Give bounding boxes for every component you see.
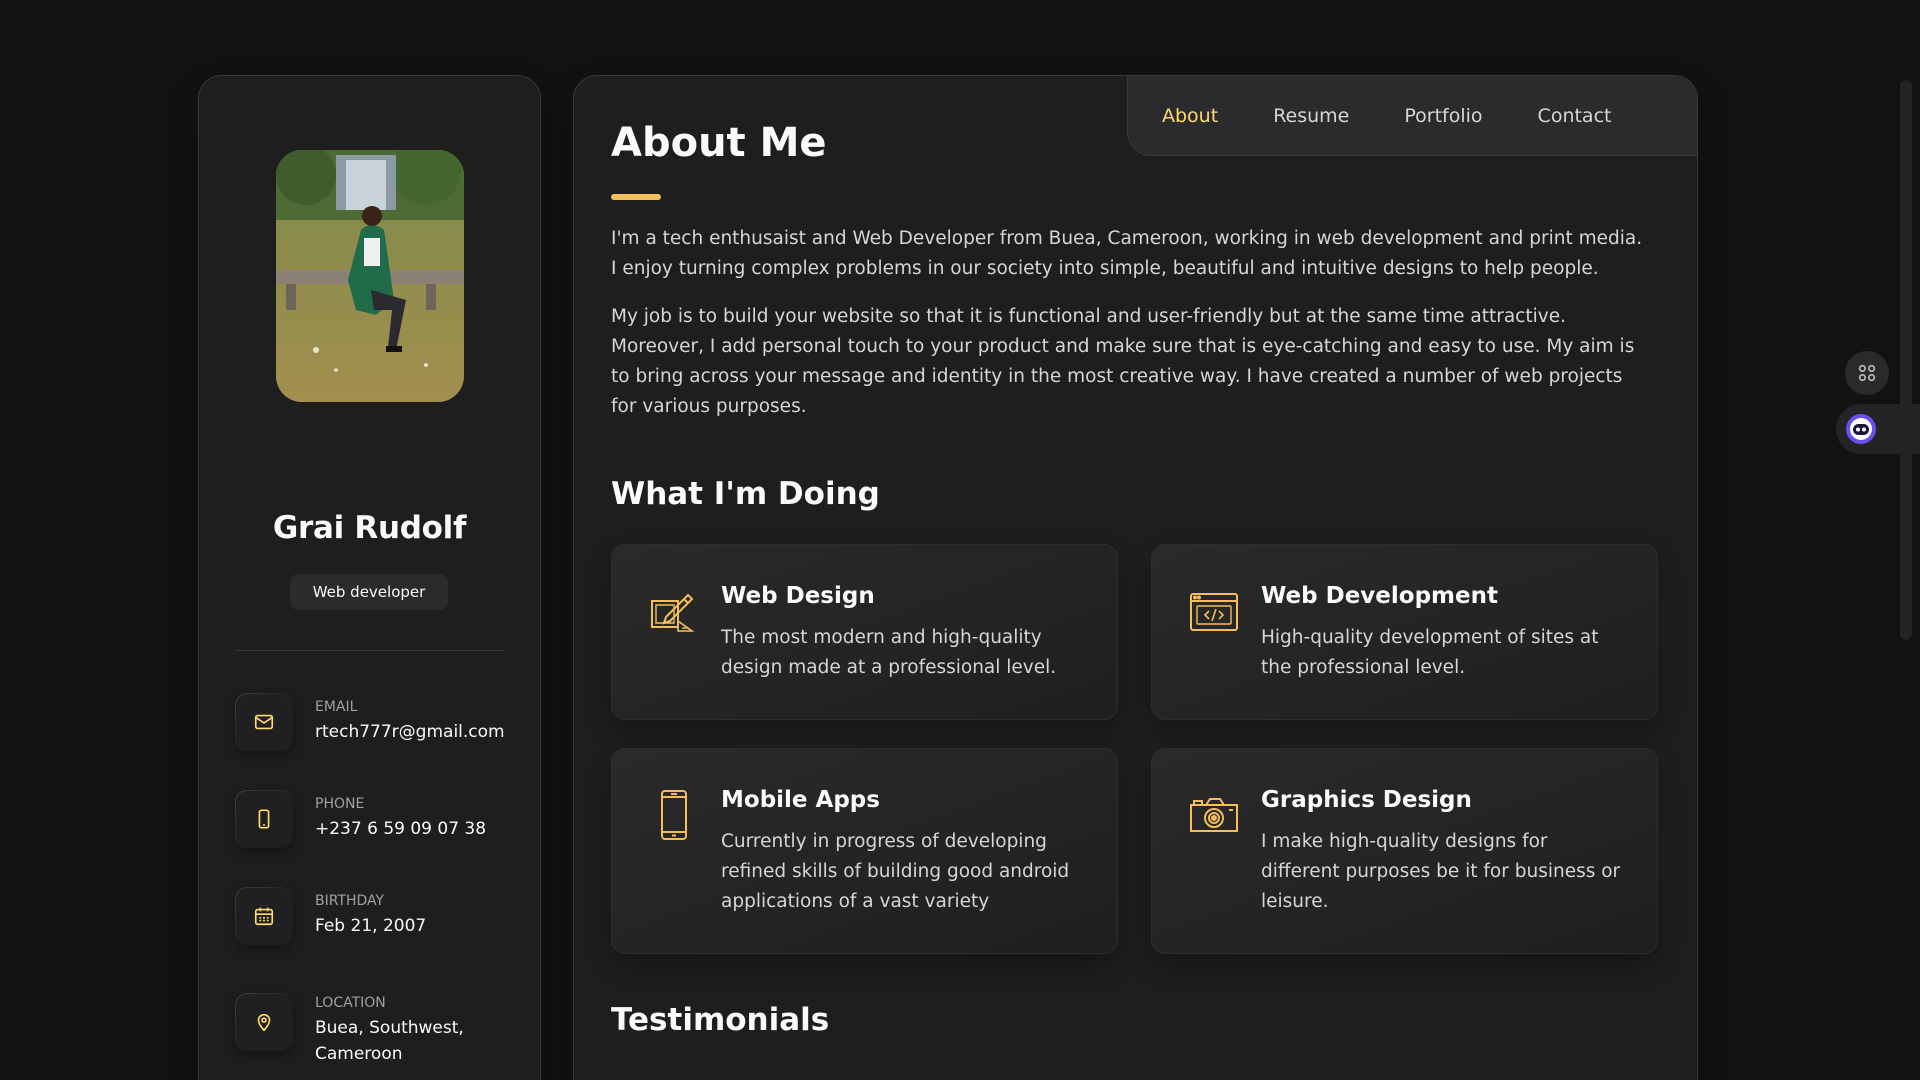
assistant-bot-icon <box>1846 414 1876 444</box>
scrollbar[interactable] <box>1900 80 1912 640</box>
grid-icon <box>1858 364 1876 382</box>
service-card-web-development: Web Development High-quality development… <box>1151 544 1658 720</box>
phone-value[interactable]: +237 6 59 09 07 38 <box>315 816 515 842</box>
navbar: About Resume Portfolio Contact <box>1127 76 1697 156</box>
camera-icon <box>1190 798 1238 832</box>
calendar-icon <box>235 887 293 945</box>
avatar <box>276 150 464 402</box>
phone-icon <box>235 790 293 848</box>
mail-icon <box>235 693 293 751</box>
birthday-value: Feb 21, 2007 <box>315 916 427 936</box>
nav-contact[interactable]: Contact <box>1538 105 1612 127</box>
email-value[interactable]: rtech777r@gmail.com <box>315 719 515 745</box>
nav-about[interactable]: About <box>1162 105 1218 127</box>
service-card-graphics-design: Graphics Design I make high-quality desi… <box>1151 748 1658 954</box>
sidebar: Grai Rudolf Web developer Email rtech777… <box>198 75 541 1080</box>
email-label: Email <box>315 699 358 715</box>
service-card-mobile-apps: Mobile Apps Currently in progress of dev… <box>611 748 1118 954</box>
location-value: Buea, Southwest, Cameroon <box>315 1018 464 1064</box>
birthday-label: Birthday <box>315 893 385 909</box>
page: Grai Rudolf Web developer Email rtech777… <box>0 0 1920 1080</box>
service-text: The most modern and high-quality design … <box>721 627 1057 678</box>
title-underline <box>611 194 661 200</box>
location-label: Location <box>315 995 386 1011</box>
grid-shortcut-button[interactable] <box>1845 351 1889 395</box>
phone-label: Phone <box>315 796 365 812</box>
profile-title-badge: Web developer <box>290 574 448 610</box>
services-heading: What I'm Doing <box>611 476 880 512</box>
about-paragraph-2: My job is to build your website so that … <box>611 306 1635 417</box>
page-title: About Me <box>611 120 827 166</box>
service-card-web-design: Web Design The most modern and high-qual… <box>611 544 1118 720</box>
service-text: I make high-quality designs for differen… <box>1261 831 1621 912</box>
location-pin-icon <box>235 993 293 1051</box>
assistant-tab[interactable] <box>1836 404 1920 454</box>
service-title: Web Design <box>721 583 875 609</box>
service-title: Graphics Design <box>1261 787 1472 813</box>
service-text: Currently in progress of developing refi… <box>721 831 1070 912</box>
code-window-icon <box>1190 593 1238 631</box>
main-article: About Resume Portfolio Contact About Me … <box>573 75 1698 1080</box>
service-text: High-quality development of sites at the… <box>1261 627 1599 678</box>
service-title: Web Development <box>1261 583 1498 609</box>
testimonials-heading: Testimonials <box>611 1002 830 1038</box>
mobile-icon <box>661 790 687 840</box>
about-paragraph-1: I'm a tech enthusaist and Web Developer … <box>611 228 1643 279</box>
nav-resume[interactable]: Resume <box>1273 105 1349 127</box>
design-icon <box>651 593 695 632</box>
sidebar-separator <box>235 650 503 651</box>
nav-portfolio[interactable]: Portfolio <box>1404 105 1482 127</box>
service-title: Mobile Apps <box>721 787 880 813</box>
profile-name: Grai Rudolf <box>272 510 467 546</box>
